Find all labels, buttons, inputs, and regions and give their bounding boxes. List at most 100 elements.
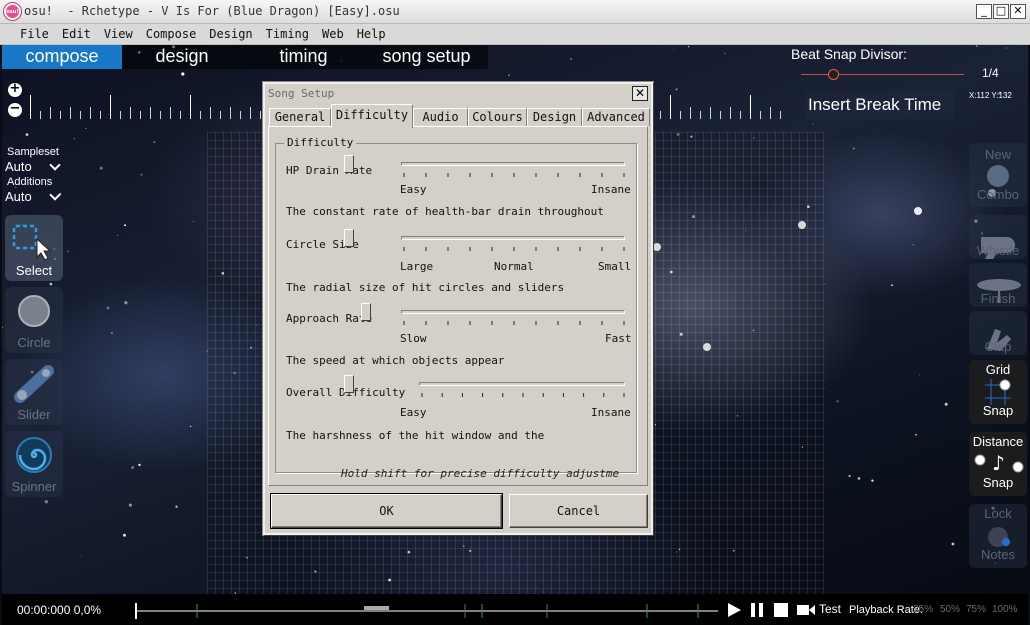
select-tool-button[interactable]: Select bbox=[5, 215, 63, 281]
tab-advanced[interactable]: Advanced bbox=[582, 108, 650, 126]
rate-50[interactable]: 50% bbox=[940, 604, 960, 615]
menu-timing[interactable]: Timing bbox=[260, 24, 316, 44]
slider-tool-label: Slider bbox=[17, 407, 51, 422]
cancel-button[interactable]: Cancel bbox=[509, 494, 648, 528]
dialog-close-button[interactable]: ✕ bbox=[632, 86, 648, 101]
circle-size-thumb[interactable] bbox=[343, 229, 354, 247]
playback-rate-label: Playback Rate: bbox=[849, 604, 923, 616]
minimize-button[interactable]: _ bbox=[976, 4, 992, 19]
timeline-tick bbox=[210, 107, 211, 119]
hp-drain-label: HP Drain Rate bbox=[286, 164, 373, 177]
test-play-button[interactable]: Test bbox=[819, 602, 841, 616]
timeline-tick bbox=[770, 107, 771, 119]
rate-75[interactable]: 75% bbox=[966, 604, 986, 615]
tab-general[interactable]: General bbox=[269, 108, 331, 126]
menu-edit[interactable]: Edit bbox=[56, 24, 98, 44]
whistle-label: Whistle bbox=[976, 243, 1020, 258]
hp-drain-thumb[interactable] bbox=[343, 155, 354, 173]
circle-size-mid-label: Normal bbox=[494, 260, 534, 273]
beat-snap-slider[interactable] bbox=[801, 74, 964, 75]
timeline-tick bbox=[200, 111, 201, 119]
pause-icon[interactable] bbox=[749, 602, 765, 618]
play-icon[interactable] bbox=[726, 602, 742, 618]
timeline-tick bbox=[690, 107, 691, 119]
timeline-tick bbox=[240, 111, 241, 119]
dialog-title: Song Setup bbox=[268, 87, 335, 100]
tab-difficulty[interactable]: Difficulty bbox=[331, 104, 413, 128]
overall-difficulty-max-label: Insane bbox=[591, 406, 631, 419]
video-camera-icon[interactable] bbox=[796, 602, 816, 618]
distance-snap-toggle[interactable]: ♪ Distance Snap bbox=[969, 432, 1027, 496]
timeline-tick bbox=[190, 95, 191, 119]
difficulty-groupbox bbox=[275, 143, 637, 473]
circle-icon bbox=[18, 295, 50, 327]
rate-25[interactable]: 25% bbox=[913, 604, 933, 615]
slider-icon bbox=[14, 365, 54, 403]
timeline-tick bbox=[730, 107, 731, 119]
clap-toggle[interactable]: Clap bbox=[969, 311, 1027, 355]
finish-toggle[interactable]: Finish bbox=[969, 263, 1027, 307]
timeline-tick bbox=[60, 111, 61, 119]
additions-label: Additions bbox=[7, 176, 53, 188]
approach-rate-slider[interactable] bbox=[401, 310, 625, 314]
menu-view[interactable]: View bbox=[98, 24, 140, 44]
timeline-tick bbox=[780, 111, 781, 119]
menu-file[interactable]: File bbox=[14, 24, 56, 44]
grid-snap-label-2: Snap bbox=[982, 403, 1014, 418]
ok-button[interactable]: OK bbox=[270, 493, 503, 529]
zoom-out-icon[interactable]: − bbox=[8, 102, 22, 117]
svg-text:♪: ♪ bbox=[992, 451, 1005, 475]
menu-design[interactable]: Design bbox=[203, 24, 259, 44]
song-progress-bar[interactable] bbox=[135, 603, 718, 619]
tab-timing[interactable]: timing bbox=[242, 45, 365, 69]
timeline-tick bbox=[710, 107, 711, 119]
timeline-tick bbox=[260, 111, 261, 119]
approach-rate-thumb[interactable] bbox=[360, 303, 371, 321]
timeline-tick bbox=[90, 107, 91, 119]
whistle-toggle[interactable]: Whistle bbox=[969, 215, 1027, 259]
lock-notes-toggle[interactable]: Lock Notes bbox=[969, 504, 1027, 568]
timeline-tick bbox=[140, 111, 141, 119]
time-display: 00:00:000 0,0% bbox=[17, 603, 102, 617]
menu-bar: File Edit View Compose Design Timing Web… bbox=[0, 24, 1030, 45]
timeline-tick bbox=[720, 111, 721, 119]
maximize-button[interactable]: □ bbox=[993, 4, 1009, 19]
select-cursor-icon bbox=[12, 224, 52, 261]
menu-web[interactable]: Web bbox=[316, 24, 351, 44]
tab-design[interactable]: Design bbox=[527, 108, 582, 126]
mode-tabs: compose design timing song setup bbox=[2, 45, 488, 69]
sampleset-select[interactable]: Auto bbox=[5, 159, 32, 174]
circle-tool-button[interactable]: Circle bbox=[5, 287, 63, 353]
overall-difficulty-thumb[interactable] bbox=[343, 375, 354, 393]
overall-difficulty-slider[interactable] bbox=[419, 382, 625, 386]
tab-compose[interactable]: compose bbox=[2, 45, 122, 69]
timeline-tick bbox=[250, 107, 251, 119]
approach-rate-min-label: Slow bbox=[400, 332, 427, 345]
rate-100[interactable]: 100% bbox=[992, 604, 1018, 615]
beat-snap-knob[interactable] bbox=[827, 69, 839, 80]
tab-colours[interactable]: Colours bbox=[468, 108, 527, 126]
tab-audio[interactable]: Audio bbox=[413, 108, 468, 126]
stop-icon[interactable] bbox=[773, 602, 789, 618]
menu-compose[interactable]: Compose bbox=[140, 24, 204, 44]
circle-size-slider[interactable] bbox=[401, 236, 625, 240]
slider-tool-button[interactable]: Slider bbox=[5, 359, 63, 425]
grid-snap-toggle[interactable]: Grid Snap bbox=[969, 360, 1027, 424]
timeline-tick bbox=[670, 95, 671, 119]
menu-help[interactable]: Help bbox=[351, 24, 393, 44]
beat-snap-value: 1/4 bbox=[982, 66, 999, 80]
spinner-icon bbox=[16, 437, 52, 473]
new-combo-toggle[interactable]: New Combo bbox=[969, 143, 1027, 207]
circle-size-max-label: Small bbox=[598, 260, 632, 273]
window-titlebar: osu! osu! - Rchetype - V Is For (Blue Dr… bbox=[0, 0, 1030, 24]
approach-rate-label: Approach Rate bbox=[286, 312, 373, 325]
zoom-in-icon[interactable]: + bbox=[8, 82, 22, 97]
dialog-titlebar[interactable]: Song Setup ✕ bbox=[265, 84, 651, 104]
hp-drain-slider[interactable] bbox=[401, 162, 625, 166]
additions-select[interactable]: Auto bbox=[5, 189, 32, 204]
insert-break-time-button[interactable]: Insert Break Time bbox=[805, 91, 955, 119]
close-window-button[interactable]: ✕ bbox=[1010, 4, 1026, 19]
tab-design[interactable]: design bbox=[122, 45, 242, 69]
spinner-tool-button[interactable]: Spinner bbox=[5, 431, 63, 497]
tab-song-setup[interactable]: song setup bbox=[365, 45, 488, 69]
